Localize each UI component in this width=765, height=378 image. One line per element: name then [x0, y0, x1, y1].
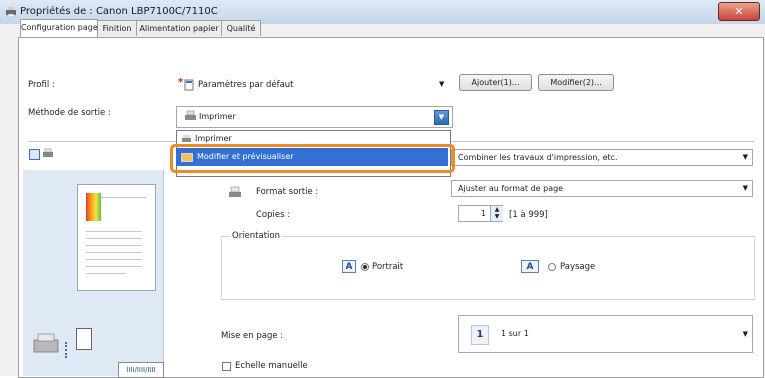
printer-illustration-icon [33, 333, 59, 353]
page-preview [77, 184, 156, 291]
portrait-orientation-icon: A [342, 260, 356, 273]
landscape-label: Paysage [560, 262, 596, 272]
close-button[interactable]: ✕ [718, 2, 760, 21]
paper-stack-icon [76, 328, 92, 350]
window-title: Propriétés de : Canon LBP7100C/7110C [20, 6, 218, 17]
printer-icon [6, 7, 16, 17]
chevron-down-icon: ▼ [742, 184, 748, 192]
layout-select[interactable]: 1 1 sur 1 ▼ [458, 315, 753, 353]
tab-alimentation-papier[interactable]: Alimentation papier [136, 20, 222, 36]
output-format-icon [229, 186, 241, 197]
chevron-down-icon: ▼ [742, 153, 748, 161]
manual-scale-checkbox[interactable] [222, 362, 231, 371]
color-bars-image [86, 193, 101, 221]
landscape-orientation-icon: A [521, 260, 539, 273]
output-method-dropdown-button[interactable]: ▼ [434, 110, 449, 125]
orientation-label: Orientation [230, 231, 282, 241]
profile-label: Profil : [28, 80, 55, 90]
chevron-down-icon: ▼ [438, 113, 445, 121]
portrait-radio[interactable] [361, 263, 369, 271]
printer-icon [182, 135, 191, 142]
output-method-select[interactable]: Imprimer [176, 106, 453, 128]
output-format-label: Format sortie : [256, 187, 319, 197]
chevron-down-icon: ▼ [742, 330, 748, 338]
tab-finition[interactable]: Finition [97, 20, 137, 36]
page-view-icon[interactable] [29, 149, 40, 160]
tab-qualite[interactable]: Qualité [221, 20, 261, 36]
layout-label: Mise en page : [221, 331, 284, 341]
divider-dots [65, 342, 69, 358]
layout-badge: 1 [471, 325, 489, 345]
profile-dropdown-arrow[interactable]: ▼ [439, 80, 444, 88]
document-icon [184, 79, 194, 91]
copies-label: Copies : [256, 210, 291, 220]
add-profile-button[interactable]: Ajouter(1)... [459, 74, 532, 91]
portrait-label: Portrait [372, 262, 404, 272]
orientation-group [221, 236, 755, 300]
copies-range: [1 à 999] [509, 210, 548, 220]
modified-marker: * [178, 77, 184, 88]
close-icon: ✕ [734, 5, 744, 18]
manual-scale-label: Echelle manuelle [235, 361, 308, 371]
output-format-select[interactable]: Ajuster au format de page ▼ [451, 180, 753, 197]
profile-value: Paramètres par défaut [198, 80, 294, 90]
dropdown-option-print[interactable]: Imprimer [195, 134, 232, 143]
combine-jobs-select[interactable]: Combiner les travaux d'impression, etc. ▼ [451, 149, 753, 166]
output-method-label: Méthode de sortie : [28, 108, 111, 118]
modify-profile-button[interactable]: Modifier(2)... [538, 74, 614, 91]
tab-configuration-page[interactable]: Configuration page [20, 19, 98, 37]
printer-view-icon[interactable] [42, 148, 54, 159]
copies-stepper[interactable]: ▲ ▼ [490, 206, 503, 221]
landscape-radio[interactable] [548, 263, 556, 271]
highlight-outline [170, 144, 455, 173]
printer-icon [185, 110, 196, 120]
